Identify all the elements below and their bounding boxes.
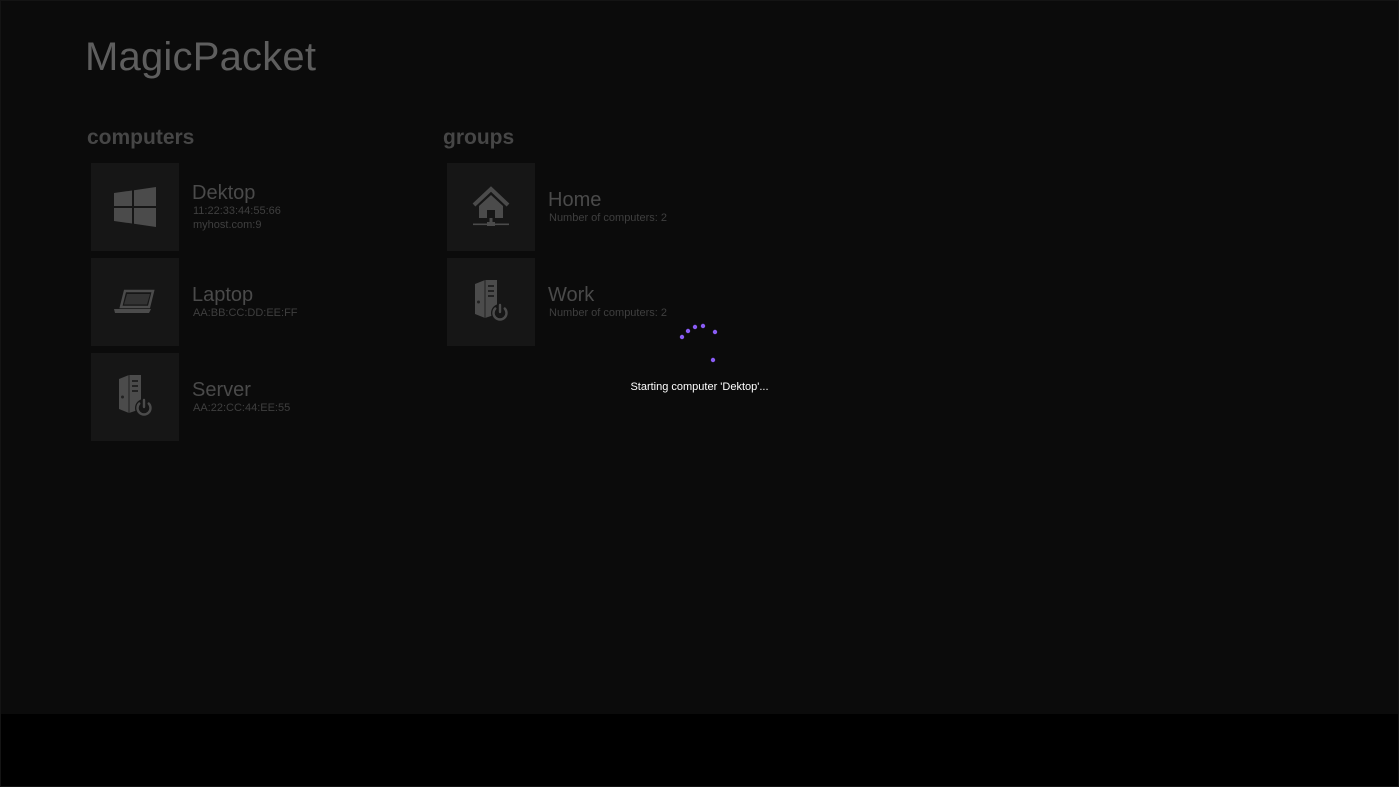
progress-dot <box>679 334 685 340</box>
computer-tile-text: Dektop 11:22:33:44:55:66 myhost.com:9 <box>192 163 281 251</box>
computer-name: Dektop <box>192 182 256 204</box>
groups-header: groups <box>443 126 515 149</box>
group-name: Work <box>548 284 595 306</box>
computer-name: Laptop <box>192 284 254 306</box>
screen: MagicPacket computers groups Dektop 11:2… <box>0 0 1399 787</box>
progress-status-text: Starting computer 'Dektop'... <box>630 381 769 393</box>
group-tile-icon-box <box>447 258 535 346</box>
group-name: Home <box>548 189 602 211</box>
app-canvas: MagicPacket computers groups Dektop 11:2… <box>1 1 1398 714</box>
group-count: Number of computers: 2 <box>549 307 667 319</box>
computer-mac: AA:BB:CC:DD:EE:FF <box>193 307 298 319</box>
computer-tile-text: Server AA:22:CC:44:EE:55 <box>192 353 290 441</box>
computer-tile-server[interactable]: Server AA:22:CC:44:EE:55 <box>91 353 421 441</box>
computer-mac: 11:22:33:44:55:66 <box>193 205 281 217</box>
computers-header: computers <box>87 126 195 149</box>
progress-ring-icon <box>679 323 718 363</box>
laptop-icon <box>114 289 155 313</box>
group-tile-text: Home Number of computers: 2 <box>548 163 667 251</box>
bottom-bar <box>1 714 1398 786</box>
home-network-icon <box>472 186 510 226</box>
computer-tile-icon-box <box>91 163 179 251</box>
app-title: MagicPacket <box>85 35 317 79</box>
computer-tile-icon-box <box>91 258 179 346</box>
group-tile-text: Work Number of computers: 2 <box>548 258 667 346</box>
progress-dot <box>685 328 691 334</box>
computer-host: myhost.com:9 <box>193 219 262 231</box>
computer-tile-desktop[interactable]: Dektop 11:22:33:44:55:66 myhost.com:9 <box>91 163 421 251</box>
group-count: Number of computers: 2 <box>549 212 667 224</box>
computer-tile-icon-box <box>91 353 179 441</box>
computer-tile-text: Laptop AA:BB:CC:DD:EE:FF <box>192 258 298 346</box>
progress-dot <box>700 323 706 329</box>
progress-dot <box>710 357 716 363</box>
computer-tile-laptop[interactable]: Laptop AA:BB:CC:DD:EE:FF <box>91 258 421 346</box>
group-tile-home[interactable]: Home Number of computers: 2 <box>447 163 777 251</box>
progress-dot <box>712 329 718 335</box>
windows-logo-icon <box>114 187 156 227</box>
group-tile-icon-box <box>447 163 535 251</box>
computer-mac: AA:22:CC:44:EE:55 <box>193 402 291 414</box>
server-power-icon <box>475 280 509 322</box>
progress-dot <box>692 324 698 330</box>
